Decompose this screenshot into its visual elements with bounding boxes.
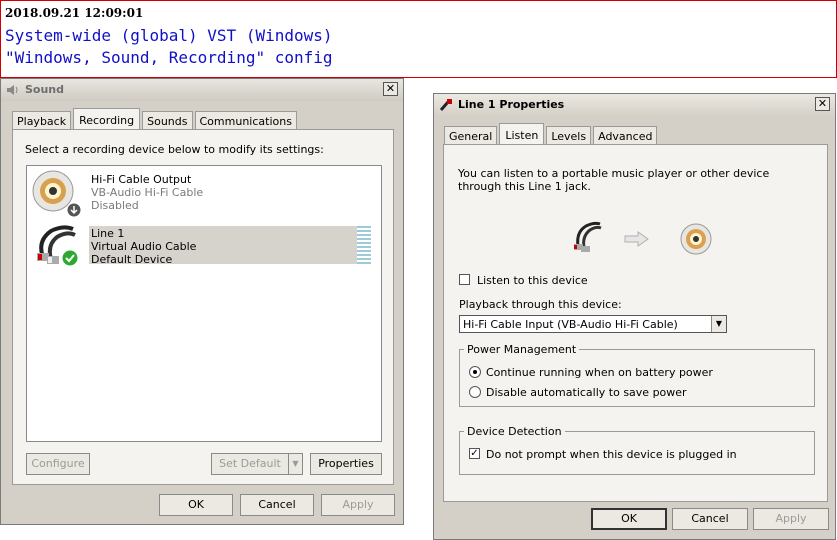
cancel-button[interactable]: Cancel <box>240 494 314 516</box>
tab-listen[interactable]: Listen <box>499 123 545 146</box>
speaker-icon <box>7 85 18 95</box>
cancel-button[interactable]: Cancel <box>672 508 748 530</box>
rca-jack-icon <box>680 223 712 255</box>
annotation-line-1: System-wide (global) VST (Windows) <box>5 26 333 45</box>
properties-window: Line 1 Properties ✕ General Listen Level… <box>433 93 836 540</box>
device-item-selected[interactable]: Line 1 Virtual Audio Cable Default Devic… <box>29 223 379 269</box>
sound-titlebar[interactable]: Sound ✕ <box>1 79 403 101</box>
device-name: Hi-Fi Cable Output <box>91 173 192 186</box>
device-driver: VB-Audio Hi-Fi Cable <box>91 186 204 199</box>
set-default-dropdown[interactable]: ▼ <box>288 453 303 475</box>
do-not-prompt-checkbox[interactable]: ✓ <box>469 448 480 459</box>
device-item[interactable]: Hi-Fi Cable Output VB-Audio Hi-Fi Cable … <box>29 169 379 219</box>
playback-label: Playback through this device: <box>459 298 622 311</box>
tab-sounds[interactable]: Sounds <box>142 111 193 130</box>
device-driver: Virtual Audio Cable <box>91 240 197 253</box>
ok-button[interactable]: OK <box>159 494 233 516</box>
recording-panel: Select a recording device below to modif… <box>12 129 394 485</box>
sound-title: Sound <box>25 83 65 96</box>
properties-titlebar[interactable]: Line 1 Properties ✕ <box>434 94 835 116</box>
listen-checkbox-label: Listen to this device <box>477 274 588 287</box>
device-list[interactable]: Hi-Fi Cable Output VB-Audio Hi-Fi Cable … <box>26 165 382 442</box>
power-management-title: Power Management <box>464 343 580 356</box>
annotation-box: 2018.09.21 12:09:01 System-wide (global)… <box>0 0 837 78</box>
continue-running-label: Continue running when on battery power <box>486 366 713 379</box>
listen-checkbox[interactable] <box>459 274 470 285</box>
configure-button[interactable]: Configure <box>26 453 90 475</box>
disable-automatically-radio[interactable] <box>469 386 481 398</box>
device-detection-title: Device Detection <box>464 425 565 438</box>
sound-window: Sound ✕ Playback Recording Sounds Commun… <box>0 78 404 525</box>
properties-tabs: General Listen Levels Advanced <box>444 122 659 146</box>
apply-button[interactable]: Apply <box>321 494 395 516</box>
properties-close-button[interactable]: ✕ <box>815 97 830 111</box>
arrow-right-icon <box>624 231 649 247</box>
instruction-text: Select a recording device below to modif… <box>25 143 324 156</box>
do-not-prompt-label: Do not prompt when this device is plugge… <box>486 448 737 461</box>
apply-button[interactable]: Apply <box>753 508 829 530</box>
ok-button[interactable]: OK <box>591 508 667 530</box>
disable-automatically-label: Disable automatically to save power <box>486 386 687 399</box>
tab-advanced[interactable]: Advanced <box>593 126 658 145</box>
device-status: Disabled <box>91 199 139 212</box>
properties-button[interactable]: Properties <box>310 453 382 475</box>
sound-tabs: Playback Recording Sounds Communications <box>12 107 299 131</box>
continue-running-radio[interactable] <box>469 366 481 378</box>
playback-device-value: Hi-Fi Cable Input (VB-Audio Hi-Fi Cable) <box>463 318 678 331</box>
cable-icon <box>439 99 452 111</box>
tab-recording[interactable]: Recording <box>73 108 141 131</box>
device-name: Line 1 <box>91 227 125 240</box>
cable-plugs-icon <box>574 221 602 252</box>
tab-communications[interactable]: Communications <box>194 111 297 130</box>
listen-panel: You can listen to a portable music playe… <box>443 144 828 502</box>
tab-playback[interactable]: Playback <box>12 111 72 130</box>
set-default-button[interactable]: Set Default <box>211 453 289 475</box>
playback-device-select[interactable]: Hi-Fi Cable Input (VB-Audio Hi-Fi Cable)… <box>459 315 727 333</box>
sound-close-button[interactable]: ✕ <box>383 82 398 96</box>
device-status: Default Device <box>91 253 173 266</box>
green-check-icon <box>62 250 78 266</box>
chevron-down-icon[interactable]: ▼ <box>711 316 726 332</box>
properties-title: Line 1 Properties <box>458 98 565 111</box>
listen-description: You can listen to a portable music playe… <box>458 167 770 193</box>
tab-general[interactable]: General <box>444 126 498 145</box>
down-arrow-icon <box>67 203 81 217</box>
level-meter <box>357 226 371 264</box>
annotation-line-2: "Windows, Sound, Recording" config <box>5 48 333 67</box>
tab-levels[interactable]: Levels <box>546 126 592 145</box>
timestamp: 2018.09.21 12:09:01 <box>5 6 144 20</box>
